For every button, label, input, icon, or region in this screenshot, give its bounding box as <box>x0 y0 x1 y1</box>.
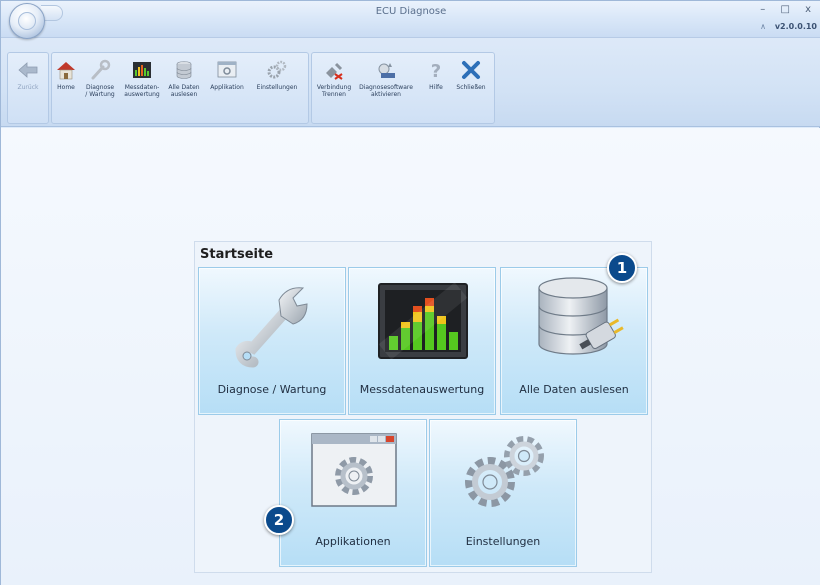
orb-icon <box>18 12 36 30</box>
ribbon-einstellungen-label: Einstellungen <box>256 84 298 91</box>
tile-diagnose-wartung[interactable]: Diagnose / Wartung <box>198 267 346 415</box>
application-window-icon <box>311 433 397 507</box>
tile-messdatenauswertung[interactable]: Messdatenauswertung <box>348 267 496 415</box>
close-window-button[interactable]: x <box>805 4 817 15</box>
verbindung-trennen-button[interactable]: Verbindung Trennen <box>314 59 354 98</box>
back-arrow-icon <box>18 62 38 78</box>
tile-alle-daten-auslesen[interactable]: Alle Daten auslesen <box>500 267 648 415</box>
ribbon-alle-daten-label: Alle Daten <box>168 84 200 91</box>
ribbon-messdaten-label-2: auswertung <box>124 91 160 98</box>
back-label: Zurück <box>17 84 39 91</box>
minimize-button[interactable]: – <box>760 4 771 15</box>
ribbon-messdaten-label: Messdaten- <box>124 84 160 91</box>
help-question-icon: ? <box>431 61 441 81</box>
wrench-icon <box>235 287 308 368</box>
database-icon <box>538 277 624 355</box>
disconnect-plug-icon <box>326 62 343 80</box>
tile-diagnose-wartung-label: Diagnose / Wartung <box>217 383 327 396</box>
window-controls: – □ x <box>760 4 817 15</box>
equalizer-icon <box>378 282 468 360</box>
version-row: ∧ v2.0.0.10 <box>760 22 817 31</box>
schliessen-button[interactable]: Schließen <box>452 59 490 91</box>
tile-messdatenauswertung-label: Messdatenauswertung <box>359 383 485 396</box>
ribbon-applikation-label: Applikation <box>210 84 244 91</box>
version-label: v2.0.0.10 <box>774 22 817 31</box>
database-icon <box>176 61 192 79</box>
ribbon: Zurück Home Diagnose / Wartung Messdaten… <box>1 37 820 127</box>
window-title: ECU Diagnose <box>375 6 447 17</box>
schliessen-label: Schließen <box>456 84 486 91</box>
ribbon-alle-daten-label-2: auslesen <box>170 91 198 98</box>
activate-software-icon <box>378 63 395 78</box>
tile-applikationen-label: Applikationen <box>315 535 391 548</box>
ribbon-group-tools: Verbindung Trennen Diagnosesoftware akti… <box>311 52 495 124</box>
home-icon <box>57 62 75 80</box>
wrench-icon <box>91 59 111 80</box>
ribbon-home-button[interactable]: Home <box>54 59 78 91</box>
callout-1: 1 <box>607 253 637 283</box>
ribbon-alle-daten-button[interactable]: Alle Daten auslesen <box>164 59 204 98</box>
application-menu-orb[interactable] <box>9 3 45 39</box>
svg-text:?: ? <box>431 61 441 81</box>
ribbon-diagnose-button[interactable]: Diagnose / Wartung <box>80 59 120 98</box>
startpage-title: Startseite <box>200 247 274 262</box>
ribbon-diagnose-label: Diagnose <box>85 84 115 91</box>
app-window: ECU Diagnose – □ x ∧ v2.0.0.10 Zurück Ho… <box>0 0 820 585</box>
tile-alle-daten-auslesen-label: Alle Daten auslesen <box>519 383 629 396</box>
tile-einstellungen[interactable]: Einstellungen <box>429 419 577 567</box>
hilfe-button[interactable]: ? Hilfe <box>422 59 450 91</box>
gears-icon <box>465 436 544 507</box>
verbindung-label-2: Trennen <box>322 91 346 98</box>
callout-2: 2 <box>264 505 294 535</box>
ribbon-home-label: Home <box>57 84 75 91</box>
hilfe-label: Hilfe <box>429 84 443 91</box>
maximize-button[interactable]: □ <box>780 4 795 15</box>
diagnosesoftware-label-2: aktivieren <box>371 91 401 98</box>
back-button[interactable]: Zurück <box>11 59 45 91</box>
application-window-icon <box>217 61 237 78</box>
ribbon-group-back: Zurück <box>7 52 49 124</box>
ribbon-einstellungen-button[interactable]: Einstellungen <box>250 59 304 91</box>
ribbon-applikation-button[interactable]: Applikation <box>206 59 248 91</box>
diagnosesoftware-label: Diagnosesoftware <box>359 84 413 91</box>
title-bar: ECU Diagnose – □ x ∧ v2.0.0.10 <box>1 1 820 39</box>
tile-applikationen[interactable]: Applikationen <box>279 419 427 567</box>
ribbon-messdaten-button[interactable]: Messdaten- auswertung <box>122 59 162 98</box>
gears-icon <box>267 60 287 79</box>
verbindung-label: Verbindung <box>316 84 352 91</box>
diagnosesoftware-aktivieren-button[interactable]: Diagnosesoftware aktivieren <box>356 59 416 98</box>
ribbon-collapse-icon[interactable]: ∧ <box>760 22 766 31</box>
equalizer-icon <box>133 62 151 78</box>
ribbon-diagnose-label-2: / Wartung <box>85 91 115 98</box>
close-x-icon <box>462 61 480 79</box>
tile-einstellungen-label: Einstellungen <box>465 535 541 548</box>
ribbon-group-navigation: Home Diagnose / Wartung Messdaten- auswe… <box>51 52 309 124</box>
